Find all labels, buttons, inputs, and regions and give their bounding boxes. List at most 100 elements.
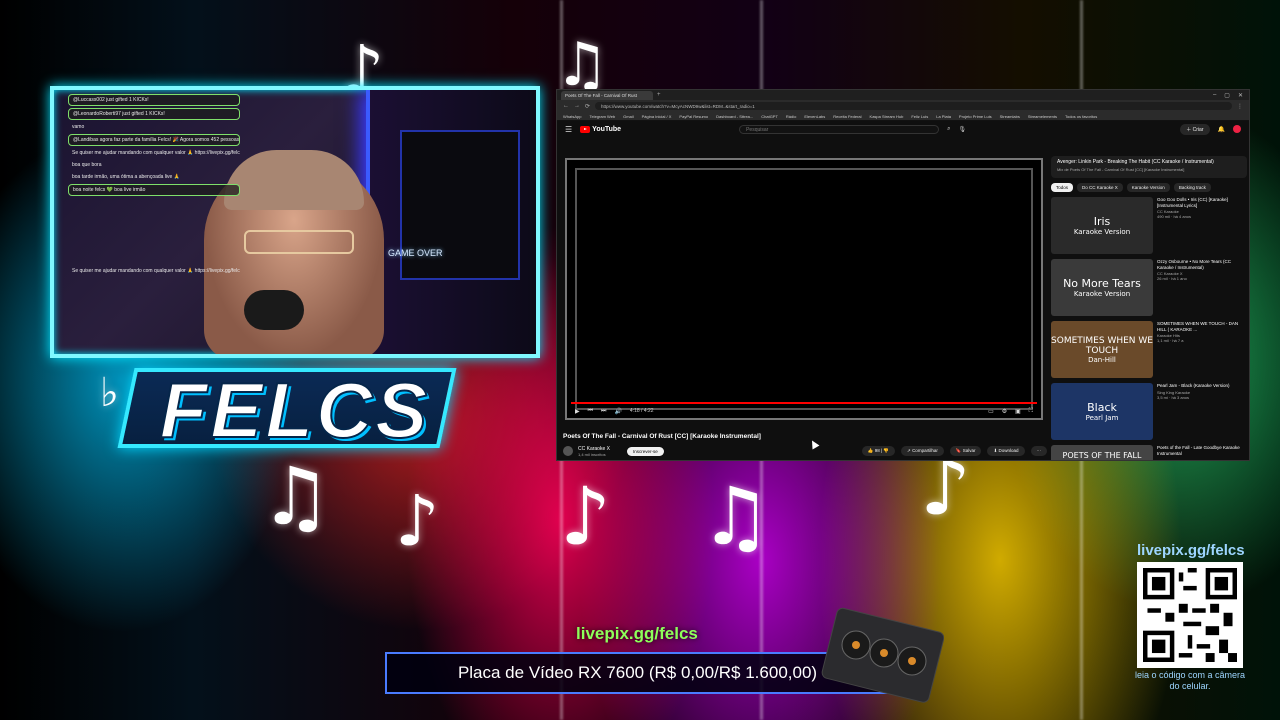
settings-icon[interactable]: ⚙ xyxy=(1002,408,1007,415)
maximize-icon[interactable]: ▢ xyxy=(1224,92,1230,99)
miniplayer-icon[interactable]: ▣ xyxy=(1015,408,1021,415)
browser-window: Poets Of The Fall - Carnival Of Rust + –… xyxy=(556,89,1250,461)
video-thumbnail[interactable]: Iris Karaoke Version xyxy=(1051,197,1153,254)
play-icon[interactable]: ▶ xyxy=(575,408,580,415)
reload-icon[interactable]: ⟳ xyxy=(585,103,590,110)
list-item[interactable]: No More Tears Karaoke Version Ozzy Osbou… xyxy=(1051,259,1247,316)
donation-link: livepix.gg/felcs xyxy=(576,624,698,643)
chat-message: Se quiser me ajudar mandando com qualque… xyxy=(72,268,240,274)
bookmark[interactable]: Dashboard - Sttrea... xyxy=(716,114,753,119)
youtube-header: ☰ YouTube Pesquisar ⌕ 🎙 ＋ Criar 🔔 xyxy=(557,121,1249,137)
list-item[interactable]: SOMETIMES WHEN WE TOUCH Dan-Hill SOMETIM… xyxy=(1051,321,1247,378)
subscribe-button[interactable]: Inscrever-se xyxy=(626,446,664,456)
filter-chips: Todos Do CC Karaoke X Karaoke Version Ba… xyxy=(1051,182,1247,192)
bookmark[interactable]: ElevenLabs xyxy=(804,114,825,119)
bookmark[interactable]: Streamelements xyxy=(1028,114,1057,119)
bookmark[interactable]: La Plata xyxy=(936,114,951,119)
bookmark[interactable]: Gmail xyxy=(623,114,633,119)
avatar[interactable] xyxy=(1233,125,1241,133)
rec-views: 1,1 mil · há 7 a xyxy=(1157,338,1184,343)
search-input[interactable]: Pesquisar xyxy=(739,124,940,134)
bookmark[interactable]: Rádio xyxy=(786,114,796,119)
video-player[interactable]: ▶ ⏮ ⏭ 🔊 4:18 / 4:22 ▭ ⚙ ▣ ⛶ xyxy=(565,158,1043,420)
chip-channel[interactable]: Do CC Karaoke X xyxy=(1077,182,1123,192)
bookmark[interactable]: Telegram Web xyxy=(589,114,615,119)
share-button[interactable]: ↗ Compartilhar xyxy=(901,446,944,456)
bookmark[interactable]: ChatGPT xyxy=(761,114,778,119)
rec-title[interactable]: Goo Goo Dolls • Iris (CC) [Karaoke] [Ins… xyxy=(1157,197,1247,208)
rec-title[interactable]: SOMETIMES WHEN WE TOUCH - DAN HILL ( KAR… xyxy=(1157,321,1247,332)
forward-icon[interactable]: → xyxy=(574,103,580,109)
bookmarks-bar: WhatsApp Telegram Web Gmail Página Inici… xyxy=(557,112,1249,121)
thumbnail-text: SOMETIMES WHEN WE TOUCH xyxy=(1051,335,1153,356)
more-button[interactable]: ··· xyxy=(1030,446,1047,456)
video-actions: 👍 98 | 👎 ↗ Compartilhar 🔖 Salvar ⬇ Downl… xyxy=(861,446,1047,456)
create-button[interactable]: ＋ Criar xyxy=(1180,123,1210,135)
bookmark[interactable]: WhatsApp xyxy=(563,114,581,119)
bookmark[interactable]: Projeto Prime Luis xyxy=(959,114,992,119)
list-item[interactable]: POETS OF THE FALL Poets of the Fall - La… xyxy=(1051,445,1247,460)
chip-backing[interactable]: Backing track xyxy=(1173,182,1211,192)
volume-icon[interactable]: 🔊 xyxy=(614,408,621,415)
rec-title[interactable]: Pearl Jam - Black (Karaoke Version) xyxy=(1157,383,1247,389)
thumbnail-text: POETS OF THE FALL xyxy=(1062,450,1142,460)
bookmark[interactable]: Página Inicial / X xyxy=(642,114,672,119)
sidebar: Avenger: Linkin Park - Breaking The Habi… xyxy=(1051,156,1247,460)
bookmark[interactable]: Streamlabs xyxy=(1000,114,1020,119)
channel-logo: FELCS xyxy=(159,365,431,455)
save-button[interactable]: 🔖 Salvar xyxy=(949,446,982,456)
previous-icon[interactable]: ⏮ xyxy=(588,408,593,415)
menu-icon[interactable]: ☰ xyxy=(565,125,572,134)
notifications-icon[interactable]: 🔔 xyxy=(1218,126,1225,133)
close-icon[interactable]: ✕ xyxy=(1238,92,1243,99)
video-thumbnail[interactable]: POETS OF THE FALL xyxy=(1051,445,1153,460)
search-icon[interactable]: ⌕ xyxy=(947,126,950,133)
rec-title[interactable]: Ozzy Osbourne • No More Tears (CC Karaok… xyxy=(1157,259,1247,270)
captions-icon[interactable]: ▭ xyxy=(988,408,994,415)
fullscreen-icon[interactable]: ⛶ xyxy=(1029,408,1033,415)
video-thumbnail[interactable]: No More Tears Karaoke Version xyxy=(1051,259,1153,316)
playlist-panel[interactable]: Avenger: Linkin Park - Breaking The Habi… xyxy=(1051,156,1247,178)
chat-message: @Landibas agora faz parte da família Fel… xyxy=(68,134,240,146)
chip-all[interactable]: Todos xyxy=(1051,182,1074,192)
minimize-icon[interactable]: – xyxy=(1213,92,1216,99)
youtube-logo[interactable]: YouTube xyxy=(580,125,621,133)
playlist-title: Avenger: Linkin Park - Breaking The Habi… xyxy=(1057,159,1214,165)
donation-goal: Placa de Vídeo RX 7600 (R$ 0,00/R$ 1.600… xyxy=(385,652,890,694)
thumbnail-subtext: Dan-Hill xyxy=(1088,355,1116,364)
back-icon[interactable]: ← xyxy=(563,103,569,109)
rec-title[interactable]: Poets of the Fall - Late Goodbye Karaoke… xyxy=(1157,445,1247,456)
browser-tab[interactable]: Poets Of The Fall - Carnival Of Rust xyxy=(561,90,653,100)
download-button[interactable]: ⬇ Download xyxy=(987,446,1025,456)
url-field[interactable]: https://www.youtube.com/watch?v=McyAcNWD… xyxy=(595,102,1232,110)
channel-avatar[interactable] xyxy=(563,446,573,456)
chat-overlay: @Luccass002 just gifted 1 KICKs! @Leonar… xyxy=(68,94,240,324)
list-item[interactable]: Iris Karaoke Version Goo Goo Dolls • Iri… xyxy=(1051,197,1247,254)
bookmark[interactable]: Kaspa Stream Hub xyxy=(870,114,904,119)
microphone xyxy=(244,290,304,330)
thumbnail-subtext: Pearl Jam xyxy=(1085,414,1119,422)
bookmark-all[interactable]: Todos os favoritos xyxy=(1065,114,1097,119)
bookmark[interactable]: Feliz Luis xyxy=(911,114,928,119)
new-tab-icon[interactable]: + xyxy=(657,92,661,98)
channel-subscribers: 1,4 mil inscritos xyxy=(578,451,606,457)
address-bar: ← → ⟳ https://www.youtube.com/watch?v=Mc… xyxy=(557,100,1249,112)
mic-icon[interactable]: 🎙 xyxy=(958,126,966,133)
bookmark[interactable]: Receita Federal xyxy=(833,114,861,119)
video-thumbnail[interactable]: Black Pearl Jam xyxy=(1051,383,1153,440)
list-item[interactable]: Black Pearl Jam Pearl Jam - Black (Karao… xyxy=(1051,383,1247,440)
chat-message: boa tarde irmão, uma ótima a abençoada l… xyxy=(72,174,180,180)
music-note-icon: ♭ xyxy=(100,370,119,416)
progress-bar[interactable] xyxy=(571,402,1037,404)
video-thumbnail[interactable]: SOMETIMES WHEN WE TOUCH Dan-Hill xyxy=(1051,321,1153,378)
next-icon[interactable]: ⏭ xyxy=(601,408,606,415)
playlist-subtitle: Mix de Poets Of The Fall - Carnival Of R… xyxy=(1057,167,1185,172)
qr-caption: leia o código com a câmera do celular. xyxy=(1134,670,1246,691)
chip-karaoke[interactable]: Karaoke Version xyxy=(1126,182,1170,192)
window-controls: – ▢ ✕ xyxy=(1213,92,1249,99)
extensions-icon[interactable]: ⋮ xyxy=(1237,103,1243,110)
like-count: 98 xyxy=(874,448,880,453)
qr-code xyxy=(1137,562,1243,668)
like-button[interactable]: 👍 98 | 👎 xyxy=(861,446,896,456)
bookmark[interactable]: PayPal Resumo xyxy=(679,114,708,119)
